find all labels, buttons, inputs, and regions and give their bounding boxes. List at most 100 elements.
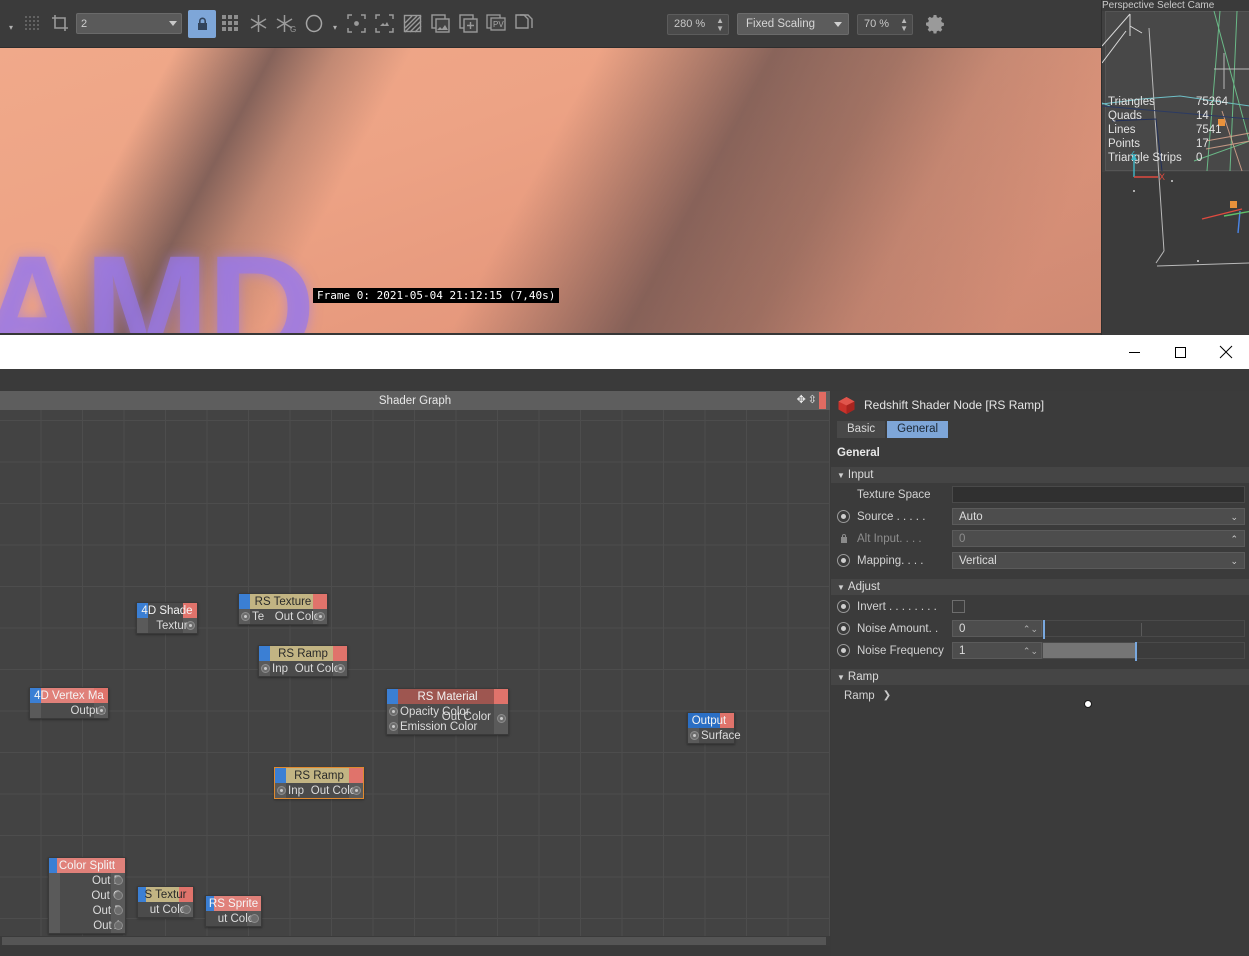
input-port-dot[interactable]	[261, 664, 270, 673]
node-port-row[interactable]: Texture	[137, 618, 197, 633]
snowflake-g-icon[interactable]: G	[272, 9, 300, 39]
close-icon[interactable]	[1203, 336, 1249, 368]
texture-space-field[interactable]	[952, 486, 1245, 503]
output-port-dot[interactable]	[182, 905, 191, 914]
group-header-adjust[interactable]: ▼ Adjust	[831, 579, 1249, 595]
shader-graph-titlebar[interactable]: Shader Graph ✥ ⇳	[0, 391, 830, 410]
minimize-icon[interactable]	[1111, 336, 1157, 368]
node-header[interactable]: 4D Shade	[137, 603, 197, 618]
port-toggle-radio[interactable]	[837, 510, 850, 523]
node-port-row[interactable]: Inp Out Color	[259, 661, 347, 676]
shader-graph-canvas[interactable]: 4D Shade Texture RS Texture Te Out Color…	[0, 410, 830, 946]
input-port-dot[interactable]	[241, 612, 250, 621]
perspective-viewport[interactable]: Perspective Select Came Triangles 75264 …	[1101, 0, 1249, 335]
node-header[interactable]: 4D Vertex Ma	[30, 688, 108, 703]
spinner-icon[interactable]: ▲ ▼	[716, 16, 724, 33]
output-port-dot[interactable]	[352, 786, 361, 795]
chevron-right-icon[interactable]: ❯	[883, 690, 891, 701]
ramp-stop-handle-left[interactable]	[922, 720, 935, 738]
gear-icon[interactable]	[921, 9, 949, 39]
port-toggle-radio[interactable]	[837, 622, 850, 635]
node-port-row[interactable]: Out A	[49, 918, 125, 933]
node-header[interactable]: RS Material	[387, 689, 508, 704]
ramp-stop-handle-right[interactable]	[1232, 720, 1245, 738]
node-header[interactable]: Color Splitt	[49, 858, 125, 873]
copy-image-icon[interactable]	[510, 9, 538, 39]
output-port-dot[interactable]	[186, 621, 195, 630]
output-port-dot[interactable]	[114, 891, 123, 900]
mapping-dropdown[interactable]: Vertical ⌄	[952, 552, 1245, 569]
node-rs-sprite[interactable]: RS Sprite ut Color	[205, 895, 262, 927]
node-port-row[interactable]: ut Color	[206, 911, 261, 926]
node-header[interactable]: RS Texture	[239, 594, 327, 609]
port-toggle-radio[interactable]	[837, 600, 850, 613]
invert-checkbox[interactable]	[952, 600, 965, 613]
scaling-mode-select[interactable]: Fixed Scaling	[737, 13, 849, 35]
node-rs-ramp-1[interactable]: RS Ramp Inp Out Color	[258, 645, 348, 677]
group-header-ramp[interactable]: ▼ Ramp	[831, 669, 1249, 685]
tab-general[interactable]: General	[887, 421, 949, 438]
node-rs-texture-2[interactable]: S Textur ut Color	[137, 886, 194, 918]
noise-frequency-slider[interactable]	[1042, 642, 1245, 661]
ramp-mid-marker[interactable]	[1083, 700, 1092, 708]
scaling-value-field[interactable]: 70 % ▲ ▼	[857, 13, 913, 35]
output-port-dot[interactable]	[114, 906, 123, 915]
node-header[interactable]: Output	[688, 713, 734, 728]
scrollbar-thumb[interactable]	[2, 937, 826, 945]
node-port-row[interactable]: Out G	[49, 888, 125, 903]
zoom-field[interactable]: 280 % ▲ ▼	[667, 13, 729, 35]
spinner-icon[interactable]: ⌃⌄	[1023, 621, 1038, 637]
output-port-dot[interactable]	[114, 876, 123, 885]
node-output[interactable]: Output Surface	[687, 712, 741, 744]
output-port-dot[interactable]	[114, 921, 123, 930]
frame-select[interactable]: 2	[76, 13, 182, 34]
slider-knob[interactable]	[1043, 620, 1045, 639]
snowflake-icon[interactable]	[244, 9, 272, 39]
noise-frequency-field[interactable]: 1 ⌃⌄	[952, 642, 1042, 659]
maximize-icon[interactable]	[1157, 336, 1203, 368]
pv-icon[interactable]: PV	[482, 9, 510, 39]
source-dropdown[interactable]: Auto ⌄	[952, 508, 1245, 525]
node-port-row[interactable]: Te Out Color	[239, 609, 327, 624]
circle-options-arrow-icon[interactable]: ▾	[328, 9, 342, 39]
dots-grid-icon[interactable]	[18, 9, 46, 39]
node-port-row[interactable]: Out B	[49, 903, 125, 918]
input-port-dot[interactable]	[389, 722, 398, 731]
output-port-dot[interactable]	[336, 664, 345, 673]
noise-amount-slider[interactable]	[1042, 620, 1245, 639]
node-4d-shader[interactable]: 4D Shade Texture	[136, 602, 198, 634]
port-toggle-radio[interactable]	[837, 554, 850, 567]
fit-image-icon[interactable]	[370, 9, 398, 39]
node-port-row[interactable]: Surface	[688, 728, 741, 743]
move-icon[interactable]: ✥	[797, 395, 806, 406]
lock-icon[interactable]	[188, 9, 216, 38]
spinner-icon[interactable]: ⌃⌄	[1023, 643, 1038, 659]
graph-horizontal-scrollbar[interactable]	[0, 936, 830, 946]
group-header-input[interactable]: ▼ Input	[831, 467, 1249, 483]
tab-basic[interactable]: Basic	[837, 421, 886, 438]
node-header[interactable]: RS Sprite	[206, 896, 261, 911]
image-stack-icon[interactable]	[426, 9, 454, 39]
crop-icon[interactable]	[46, 9, 74, 39]
node-rs-texture[interactable]: RS Texture Te Out Color	[238, 593, 328, 625]
add-image-icon[interactable]	[454, 9, 482, 39]
viewport-content[interactable]: Triangles 75264 Quads 14 Lines 7541 Points 1…	[1102, 11, 1249, 335]
slider-knob[interactable]	[1135, 642, 1138, 661]
toolbar-collapse-arrow-icon[interactable]: ▾	[4, 9, 18, 39]
diagonal-lines-icon[interactable]	[398, 9, 426, 39]
output-port-dot[interactable]	[97, 706, 106, 715]
node-rs-ramp-2-selected[interactable]: RS Ramp Inp Out Color	[274, 767, 364, 799]
node-port-row[interactable]: Out R	[49, 873, 125, 888]
input-port-dot[interactable]	[277, 786, 286, 795]
circle-icon[interactable]	[300, 9, 328, 39]
port-toggle-radio[interactable]	[837, 644, 850, 657]
grid-icon[interactable]	[216, 9, 244, 39]
node-port-row[interactable]: Inp Out Color	[275, 783, 363, 798]
node-port-row[interactable]: Output	[30, 703, 108, 718]
node-color-splitter[interactable]: Color Splitt Out R Out G Out B Out A	[48, 857, 126, 934]
node-header[interactable]: RS Ramp	[275, 768, 363, 783]
output-port-dot[interactable]	[316, 612, 325, 621]
noise-amount-field[interactable]: 0 ⌃⌄	[952, 620, 1042, 637]
input-port-dot[interactable]	[690, 731, 699, 740]
input-port-dot[interactable]	[389, 707, 398, 716]
